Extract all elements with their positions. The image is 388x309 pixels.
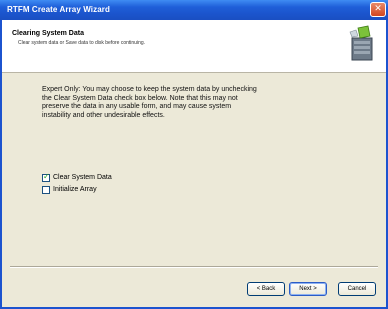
wizard-header: Clearing System Data Clear system data o… bbox=[2, 20, 386, 73]
initialize-array-label: Initialize Array bbox=[53, 186, 97, 193]
window-title: RTFM Create Array Wizard bbox=[7, 5, 110, 14]
button-separator bbox=[10, 266, 378, 268]
page-title: Clearing System Data bbox=[12, 30, 84, 37]
wizard-window: RTFM Create Array Wizard ✕ Clearing Syst… bbox=[0, 0, 388, 309]
close-button[interactable]: ✕ bbox=[370, 2, 386, 17]
warning-line: instability and other undesirable effect… bbox=[42, 111, 165, 119]
clear-system-data-checkbox[interactable]: ✓ bbox=[42, 171, 50, 182]
initialize-array-option[interactable]: Initialize Array bbox=[42, 184, 97, 195]
title-bar[interactable]: RTFM Create Array Wizard ✕ bbox=[0, 0, 388, 20]
clear-system-data-label: Clear System Data bbox=[53, 174, 112, 181]
check-icon: ✓ bbox=[43, 171, 50, 181]
close-icon: ✕ bbox=[374, 4, 382, 14]
back-button[interactable]: < Back bbox=[247, 282, 285, 296]
clear-system-data-option[interactable]: ✓ Clear System Data bbox=[42, 172, 112, 183]
wizard-icon bbox=[349, 25, 373, 61]
next-button[interactable]: Next > bbox=[289, 282, 327, 296]
cancel-button[interactable]: Cancel bbox=[338, 282, 376, 296]
page-subtitle: Clear system data or Save data to disk b… bbox=[18, 40, 146, 46]
warning-line: Expert Only: You may choose to keep the … bbox=[42, 86, 257, 93]
initialize-array-checkbox[interactable] bbox=[42, 185, 50, 194]
warning-line: the Clear System Data check box below. N… bbox=[42, 94, 238, 102]
warning-line: preserve the data in any usable form, an… bbox=[42, 103, 232, 110]
warning-text: Expert Only: You may choose to keep the … bbox=[42, 86, 342, 120]
